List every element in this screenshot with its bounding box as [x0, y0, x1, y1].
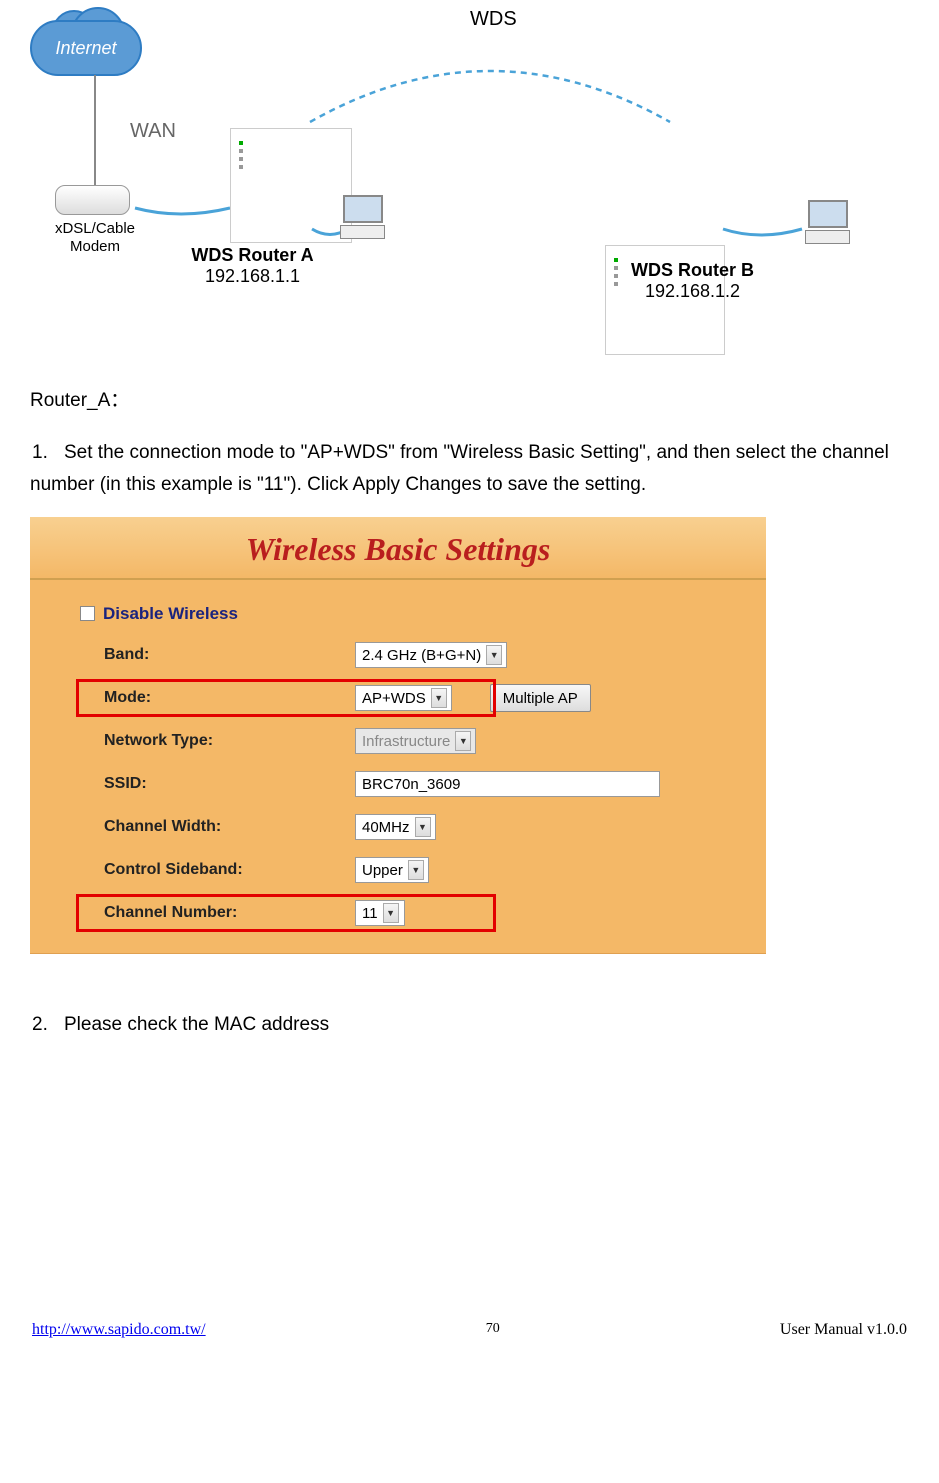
step-1-num: 1. — [32, 437, 64, 469]
dropdown-icon: ▼ — [408, 860, 424, 880]
channel-number-select[interactable]: 11 ▼ — [355, 900, 405, 926]
channel-width-label: Channel Width: — [80, 818, 355, 836]
manual-version: User Manual v1.0.0 — [780, 1321, 907, 1339]
router-b-pc-cable — [720, 215, 805, 245]
ssid-input[interactable]: BRC70n_3609 — [355, 771, 660, 797]
channel-number-row: Channel Number: 11 ▼ — [80, 892, 716, 935]
dropdown-icon: ▼ — [383, 903, 399, 923]
wireless-settings-panel: Wireless Basic Settings Disable Wireless… — [30, 517, 766, 954]
computer-a-icon — [335, 195, 390, 245]
footer-url-link[interactable]: http://www.sapido.com.tw/ — [32, 1321, 206, 1339]
channel-width-select[interactable]: 40MHz ▼ — [355, 814, 436, 840]
router-a-label: WDS Router A 192.168.1.1 — [165, 245, 340, 287]
control-sideband-row: Control Sideband: Upper ▼ — [80, 849, 716, 892]
control-sideband-select[interactable]: Upper ▼ — [355, 857, 429, 883]
modem-router-cable — [130, 195, 235, 225]
modem-label: xDSL/CableModem — [45, 220, 145, 256]
step-2: 2.Please check the MAC address — [30, 1009, 909, 1041]
disable-wireless-row: Disable Wireless — [80, 594, 716, 634]
mode-label: Mode: — [80, 689, 355, 707]
ssid-label: SSID: — [80, 775, 355, 793]
band-select[interactable]: 2.4 GHz (B+G+N) ▼ — [355, 642, 507, 668]
page-number: 70 — [486, 1321, 500, 1339]
band-label: Band: — [80, 646, 355, 664]
internet-label: Internet — [55, 38, 116, 59]
router-b-label: WDS Router B 192.168.1.2 — [605, 260, 780, 302]
dropdown-icon: ▼ — [455, 731, 471, 751]
step-2-text: Please check the MAC address — [64, 1014, 329, 1035]
band-row: Band: 2.4 GHz (B+G+N) ▼ — [80, 634, 716, 677]
dropdown-icon: ▼ — [486, 645, 502, 665]
mode-row: Mode: AP+WDS ▼ Multiple AP — [80, 677, 716, 720]
wds-arc-line — [300, 40, 680, 130]
disable-wireless-label: Disable Wireless — [103, 604, 238, 624]
panel-title: Wireless Basic Settings — [30, 517, 766, 580]
network-type-row: Network Type: Infrastructure ▼ — [80, 720, 716, 763]
ssid-row: SSID: BRC70n_3609 — [80, 763, 716, 806]
mode-select[interactable]: AP+WDS ▼ — [355, 685, 452, 711]
computer-b-icon — [800, 200, 855, 250]
step-1-text: Set the connection mode to "AP+WDS" from… — [30, 442, 889, 495]
disable-wireless-checkbox[interactable] — [80, 606, 95, 621]
channel-number-label: Channel Number: — [80, 904, 355, 922]
section-header: Router_A： — [30, 385, 909, 412]
control-sideband-label: Control Sideband: — [80, 861, 355, 879]
step-2-num: 2. — [32, 1009, 64, 1041]
wan-label: WAN — [130, 120, 176, 143]
wds-label: WDS — [470, 8, 517, 31]
network-type-label: Network Type: — [80, 732, 355, 750]
dropdown-icon: ▼ — [415, 817, 431, 837]
modem-icon — [55, 185, 130, 215]
dropdown-icon: ▼ — [431, 688, 447, 708]
channel-width-row: Channel Width: 40MHz ▼ — [80, 806, 716, 849]
step-1: 1.Set the connection mode to "AP+WDS" fr… — [30, 437, 909, 502]
network-type-select: Infrastructure ▼ — [355, 728, 476, 754]
multiple-ap-button[interactable]: Multiple AP — [490, 684, 591, 712]
network-diagram: WDS Internet WAN xDSL/CableModem WDS Rou… — [30, 0, 909, 330]
page-footer: http://www.sapido.com.tw/ 70 User Manual… — [30, 1321, 909, 1361]
